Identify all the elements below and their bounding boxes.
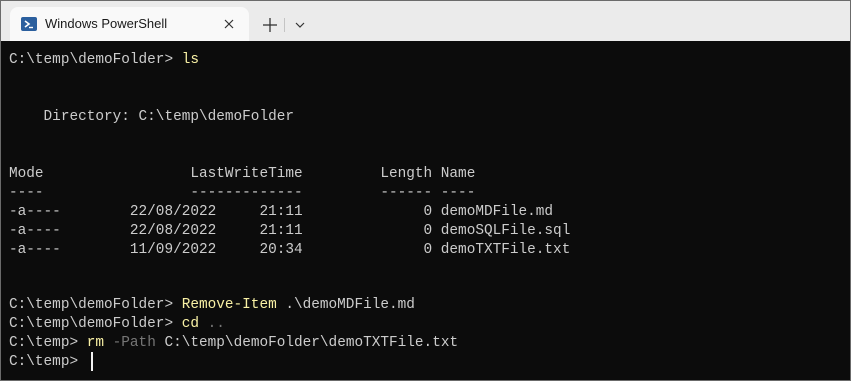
plus-icon <box>263 18 277 32</box>
prompt: C:\temp\demoFolder> <box>9 297 182 313</box>
terminal-line: C:\temp\demoFolder> cd .. <box>9 315 225 334</box>
tab-title: Windows PowerShell <box>45 16 168 31</box>
tab-windows-powershell[interactable]: Windows PowerShell <box>10 7 249 41</box>
prompt: C:\temp> <box>9 354 87 370</box>
tab-bar: Windows PowerShell <box>1 1 850 41</box>
table-header-underline: ---- ------------- ------ ---- <box>9 185 476 201</box>
command: Remove-Item <box>181 297 277 313</box>
table-header: Mode LastWriteTime Length Name <box>9 166 476 182</box>
terminal-line: C:\temp\demoFolder> ls <box>9 51 199 70</box>
terminal-line: C:\temp> rm -Path C:\temp\demoFolder\dem… <box>9 334 458 353</box>
command: rm <box>86 335 105 351</box>
text-cursor <box>91 352 93 371</box>
powershell-window: Windows PowerShell C:\temp\demoFolder> l… <box>0 0 851 381</box>
directory-line: Directory: C:\temp\demoFolder <box>9 109 294 125</box>
command-argument: C:\temp\demoFolder\demoTXTFile.txt <box>155 335 459 351</box>
command: cd <box>181 316 199 332</box>
command-parameter: -Path <box>104 335 156 351</box>
tab-separator <box>284 18 285 32</box>
command-argument: .. <box>199 316 225 332</box>
command: ls <box>181 52 199 68</box>
table-row: -a---- 11/09/2022 20:34 0 demoTXTFile.tx… <box>9 242 571 258</box>
powershell-icon <box>21 17 37 31</box>
terminal-output[interactable]: C:\temp\demoFolder> ls Directory: C:\tem… <box>1 41 850 380</box>
table-row: -a---- 22/08/2022 21:11 0 demoMDFile.md <box>9 204 554 220</box>
command-argument: .\demoMDFile.md <box>276 297 415 313</box>
chevron-down-icon <box>295 22 305 28</box>
profiles-dropdown-button[interactable] <box>292 18 308 32</box>
terminal-line: C:\temp> <box>9 353 87 372</box>
prompt: C:\temp\demoFolder> <box>9 52 182 68</box>
terminal-line: C:\temp\demoFolder> Remove-Item .\demoMD… <box>9 296 415 315</box>
table-row: -a---- 22/08/2022 21:11 0 demoSQLFile.sq… <box>9 223 571 239</box>
prompt: C:\temp> <box>9 335 87 351</box>
new-tab-button[interactable] <box>260 15 280 35</box>
prompt: C:\temp\demoFolder> <box>9 316 182 332</box>
close-icon[interactable] <box>220 15 238 33</box>
